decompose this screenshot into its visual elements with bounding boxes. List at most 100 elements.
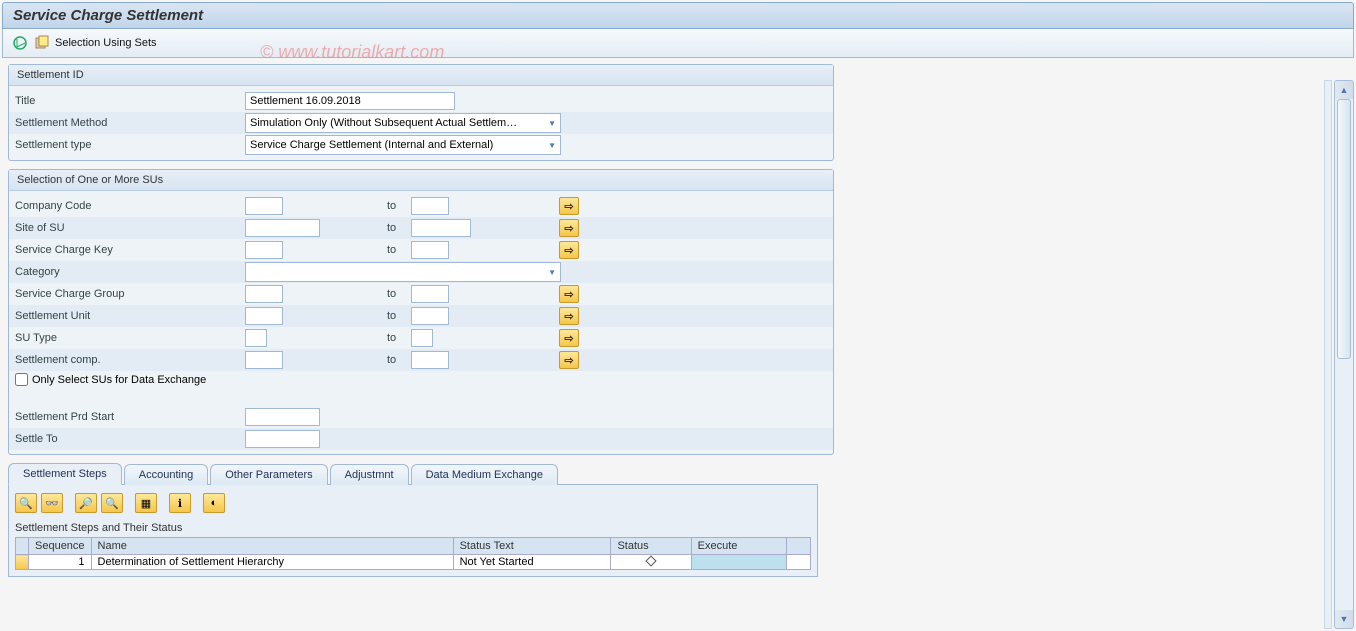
execute-icon[interactable] [11,34,29,52]
cell-status-text: Not Yet Started [453,555,611,570]
label-title: Title [15,95,245,107]
variant-icon[interactable] [33,34,51,52]
scroll-up-icon[interactable]: ▲ [1335,81,1353,99]
scg-from[interactable] [245,285,283,303]
label-settlement-comp: Settlement comp. [15,354,245,366]
multiple-selection-button[interactable]: ⇨ [559,307,579,325]
settlement-type-dropdown[interactable]: Service Charge Settlement (Internal and … [245,135,561,155]
label-service-charge-group: Service Charge Group [15,288,245,300]
app-toolbar: Selection Using Sets [2,29,1354,58]
scg-to[interactable] [411,285,449,303]
multiple-selection-button[interactable]: ⇨ [559,329,579,347]
tab-accounting[interactable]: Accounting [124,464,208,485]
to-label: to [381,288,411,300]
dropdown-value: Simulation Only (Without Subsequent Actu… [250,117,517,129]
multiple-selection-button[interactable]: ⇨ [559,241,579,259]
category-dropdown[interactable]: ▼ [245,262,561,282]
label-category: Category [15,266,245,278]
settle-to-input[interactable] [245,430,320,448]
label-settle-to: Settle To [15,433,245,445]
layout-icon[interactable]: ▦ [135,493,157,513]
to-label: to [381,354,411,366]
tab-other-parameters[interactable]: Other Parameters [210,464,327,485]
groupbox-title: Settlement ID [9,65,833,86]
chevron-down-icon: ▼ [548,141,556,150]
inner-scrollbar[interactable] [1324,80,1332,629]
label-settlement-unit: Settlement Unit [15,310,245,322]
cell-sequence: 1 [29,555,92,570]
label-settlement-type: Settlement type [15,139,245,151]
col-execute[interactable]: Execute [691,538,787,555]
label-su-type: SU Type [15,332,245,344]
chart-icon[interactable]: ◐ [203,493,225,513]
details-icon[interactable]: 🔍 [15,493,37,513]
col-status-text[interactable]: Status Text [453,538,611,555]
cell-execute[interactable] [691,555,787,570]
site-from[interactable] [245,219,320,237]
company-code-to[interactable] [411,197,449,215]
sutype-to[interactable] [411,329,433,347]
period-start-input[interactable] [245,408,320,426]
steps-table: Sequence Name Status Text Status Execute… [15,537,811,570]
multiple-selection-button[interactable]: ⇨ [559,285,579,303]
multiple-selection-button[interactable]: ⇨ [559,219,579,237]
sutype-from[interactable] [245,329,267,347]
to-label: to [381,200,411,212]
label-settlement-method: Settlement Method [15,117,245,129]
scroll-thumb[interactable] [1337,99,1351,359]
su-to[interactable] [411,307,449,325]
sort-icon[interactable]: 👓 [41,493,63,513]
to-label: to [381,222,411,234]
col-name[interactable]: Name [91,538,453,555]
su-from[interactable] [245,307,283,325]
groupbox-title: Selection of One or More SUs [9,170,833,191]
tab-panel-settlement-steps: 🔍 👓 🔎 🔍 ▦ ℹ ◐ Settlement Steps and Their… [8,484,818,577]
arrow-right-icon: ⇨ [564,244,573,257]
title-input[interactable] [245,92,455,110]
tab-adjustment[interactable]: Adjustmnt [330,464,409,485]
arrow-right-icon: ⇨ [564,200,573,213]
site-to[interactable] [411,219,471,237]
settlement-method-dropdown[interactable]: Simulation Only (Without Subsequent Actu… [245,113,561,133]
panel-subtitle: Settlement Steps and Their Status [15,519,811,537]
col-sequence[interactable]: Sequence [29,538,92,555]
only-select-label: Only Select SUs for Data Exchange [32,374,206,386]
company-code-from[interactable] [245,197,283,215]
chevron-down-icon: ▼ [548,268,556,277]
cell-name: Determination of Settlement Hierarchy [91,555,453,570]
to-label: to [381,310,411,322]
find-icon[interactable]: 🔎 [75,493,97,513]
chevron-down-icon: ▼ [548,119,556,128]
selection-using-sets-link[interactable]: Selection Using Sets [55,37,157,49]
info-icon[interactable]: ℹ [169,493,191,513]
tab-data-medium[interactable]: Data Medium Exchange [411,464,558,485]
label-service-charge-key: Service Charge Key [15,244,245,256]
col-status[interactable]: Status [611,538,691,555]
arrow-right-icon: ⇨ [564,222,573,235]
row-selector[interactable] [16,555,29,570]
scroll-track[interactable] [1335,99,1353,610]
page-title: Service Charge Settlement [2,2,1354,29]
comp-from[interactable] [245,351,283,369]
sck-from[interactable] [245,241,283,259]
to-label: to [381,332,411,344]
multiple-selection-button[interactable]: ⇨ [559,197,579,215]
label-site-of-su: Site of SU [15,222,245,234]
groupbox-su-selection: Selection of One or More SUs Company Cod… [8,169,834,455]
only-select-checkbox[interactable] [15,373,28,386]
dropdown-value: Service Charge Settlement (Internal and … [250,139,493,151]
arrow-right-icon: ⇨ [564,354,573,367]
tab-settlement-steps[interactable]: Settlement Steps [8,463,122,485]
sck-to[interactable] [411,241,449,259]
vertical-scrollbar[interactable]: ▲ ▼ [1334,80,1354,629]
find-next-icon[interactable]: 🔍 [101,493,123,513]
comp-to[interactable] [411,351,449,369]
multiple-selection-button[interactable]: ⇨ [559,351,579,369]
label-company-code: Company Code [15,200,245,212]
table-row[interactable]: 1 Determination of Settlement Hierarchy … [16,555,811,570]
scroll-down-icon[interactable]: ▼ [1335,610,1353,628]
cell-status [611,555,691,570]
to-label: to [381,244,411,256]
tabstrip: Settlement Steps Accounting Other Parame… [8,463,1348,485]
arrow-right-icon: ⇨ [564,310,573,323]
